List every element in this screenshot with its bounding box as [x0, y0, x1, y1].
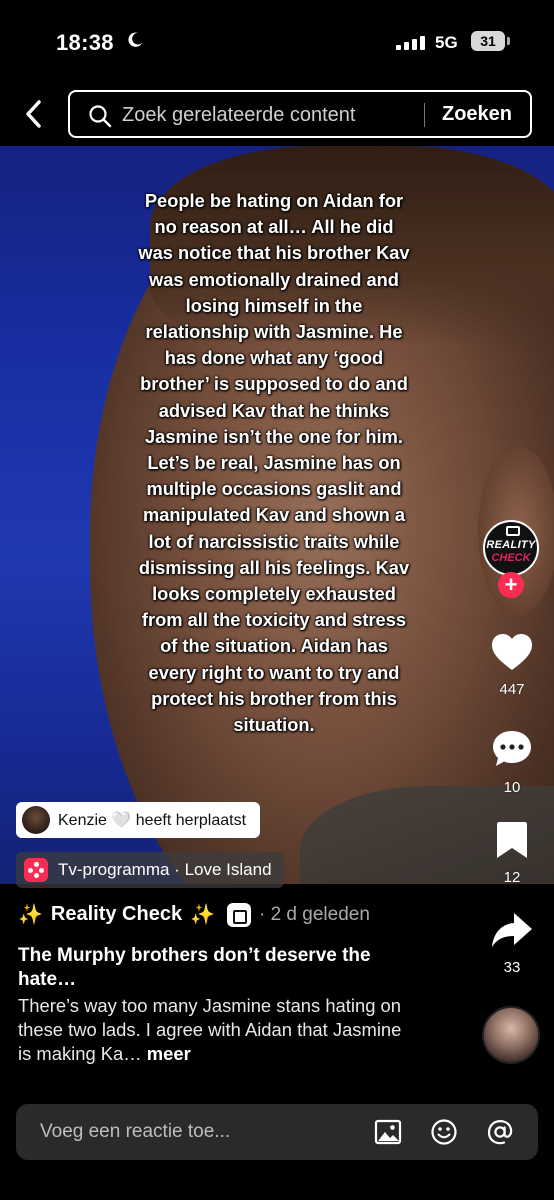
search-icon: [89, 105, 112, 128]
reposter-avatar: [22, 806, 50, 834]
signal-icon: [396, 36, 425, 50]
save-button[interactable]: 12: [484, 820, 540, 886]
status-bar: 18:38 5G 31: [0, 0, 554, 88]
post-description-text: There’s way too many Jasmine stans hatin…: [18, 995, 402, 1064]
film-reel-icon: [24, 858, 48, 882]
comment-button[interactable]: 10: [484, 728, 540, 796]
creator-avatar[interactable]: REALITY CHECK: [483, 520, 539, 576]
program-label: Tv-programma · Love Island: [58, 860, 272, 879]
creator-avatar-line1: REALITY: [486, 539, 536, 551]
search-divider: [424, 103, 425, 127]
creator-avatar-line2: CHECK: [491, 552, 531, 564]
share-icon: [492, 913, 532, 947]
repost-text: Kenzie 🤍 heeft herplaatst: [58, 812, 247, 829]
follow-button[interactable]: +: [498, 572, 524, 598]
bookmark-icon: [497, 822, 527, 858]
back-chevron-icon: [26, 100, 41, 128]
comment-input[interactable]: Voeg een reactie toe...: [40, 1121, 230, 1143]
save-count: 12: [503, 869, 521, 886]
comment-bar[interactable]: Voeg een reactie toe...: [16, 1104, 538, 1160]
status-time: 18:38: [56, 30, 114, 55]
program-tag[interactable]: Tv-programma · Love Island: [16, 852, 284, 888]
author-row[interactable]: ✨ Reality Check ✨ · 2 d geleden: [18, 902, 370, 927]
image-icon[interactable]: [374, 1118, 402, 1146]
sparkle-icon: ✨: [190, 904, 215, 926]
tv-icon: [506, 526, 520, 536]
video-player[interactable]: People be hating on Aidan for no reason …: [0, 146, 554, 884]
post-date: · 2 d geleden: [258, 903, 370, 925]
comment-icon: [493, 731, 531, 766]
search-input[interactable]: Zoek gerelateerde content: [122, 104, 356, 127]
share-button[interactable]: 33: [484, 910, 540, 976]
mention-icon[interactable]: [486, 1118, 514, 1146]
more-link[interactable]: meer: [147, 1043, 191, 1064]
post-description[interactable]: There’s way too many Jasmine stans hatin…: [18, 994, 418, 1066]
like-button[interactable]: 447: [484, 632, 540, 698]
post-title: The Murphy brothers don’t deserve the ha…: [18, 945, 371, 990]
share-count: 33: [503, 959, 521, 976]
battery-icon: 31: [471, 31, 505, 51]
emoji-icon[interactable]: [430, 1118, 458, 1146]
like-count: 447: [499, 681, 525, 698]
back-button[interactable]: [16, 96, 52, 132]
sparkle-icon: ✨: [18, 904, 43, 926]
heart-icon: [492, 634, 532, 670]
user-avatar[interactable]: [482, 1006, 540, 1064]
repost-badge-icon: [226, 902, 251, 927]
comment-count: 10: [503, 779, 521, 796]
repost-indicator[interactable]: Kenzie 🤍 heeft herplaatst: [16, 802, 261, 838]
network-type: 5G: [435, 33, 458, 52]
battery-cap: [507, 37, 510, 45]
moon-icon: [128, 32, 143, 47]
search-bar[interactable]: Zoek gerelateerde content Zoeken: [68, 90, 532, 138]
search-button[interactable]: Zoeken: [442, 103, 512, 126]
author-name[interactable]: Reality Check: [51, 903, 182, 926]
video-overlay-text: People be hating on Aidan for no reason …: [138, 190, 410, 736]
